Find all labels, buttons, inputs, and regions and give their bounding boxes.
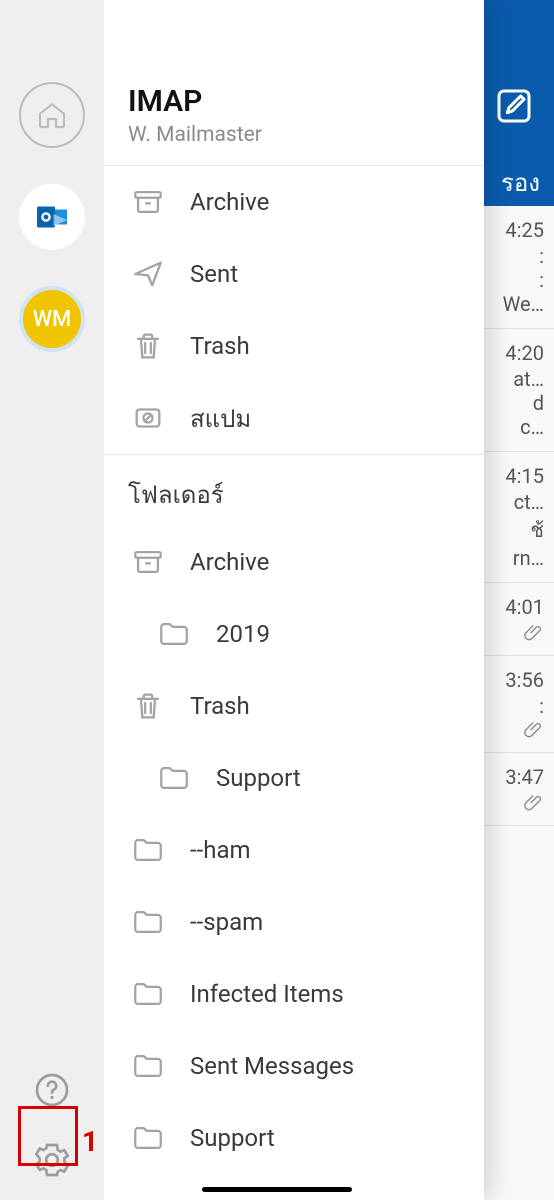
mail-snippet: We… bbox=[503, 292, 544, 316]
archive-icon bbox=[128, 182, 168, 222]
mail-time: 3:56 bbox=[505, 668, 544, 692]
account-name: W. Mailmaster bbox=[128, 123, 460, 147]
folder-label: Archive bbox=[190, 188, 269, 216]
imap-account-avatar[interactable]: WM bbox=[19, 286, 85, 352]
folder-item[interactable]: --spam bbox=[104, 886, 484, 958]
mail-time: 4:15 bbox=[505, 464, 544, 488]
folder-label: --spam bbox=[190, 908, 263, 936]
folder-icon bbox=[128, 1118, 168, 1158]
folder-item[interactable]: สแปม bbox=[104, 382, 484, 454]
mail-snippet: rn… bbox=[513, 546, 544, 570]
folder-label: Trash bbox=[190, 692, 250, 720]
mail-snippet: ct… bbox=[514, 490, 544, 514]
folder-icon bbox=[128, 830, 168, 870]
outlook-account-avatar[interactable] bbox=[19, 184, 85, 250]
folder-label: --ham bbox=[190, 836, 251, 864]
annotation-number: 1 bbox=[82, 1125, 98, 1158]
folder-item[interactable]: Trash bbox=[104, 310, 484, 382]
folder-label: Support bbox=[216, 764, 301, 792]
mail-snippet: : bbox=[539, 268, 544, 292]
folder-item[interactable]: Support bbox=[104, 1102, 484, 1174]
trash-icon bbox=[128, 326, 168, 366]
attachment-icon bbox=[524, 793, 544, 813]
mail-snippet: : bbox=[539, 244, 544, 268]
mail-time: 3:47 bbox=[505, 765, 544, 789]
spam-icon bbox=[128, 398, 168, 438]
account-type: IMAP bbox=[128, 84, 460, 119]
sent-icon bbox=[128, 254, 168, 294]
folder-label: Sent bbox=[190, 260, 238, 288]
mail-time: 4:01 bbox=[505, 595, 544, 619]
folder-icon bbox=[128, 974, 168, 1014]
avatar-initials: WM bbox=[33, 307, 72, 332]
mail-snippet: d bbox=[533, 391, 544, 415]
folder-icon bbox=[154, 758, 194, 798]
account-header[interactable]: IMAP W. Mailmaster bbox=[104, 0, 484, 165]
folder-item[interactable]: Trash bbox=[104, 670, 484, 742]
mail-snippet: at… bbox=[513, 367, 544, 391]
folder-label: 2019 bbox=[216, 620, 270, 648]
archive-icon bbox=[128, 542, 168, 582]
mail-time: 4:25 bbox=[505, 218, 544, 242]
mail-row[interactable]: 4:15ct…ช้rn… bbox=[484, 452, 554, 583]
folder-item[interactable]: --ham bbox=[104, 814, 484, 886]
mail-row[interactable]: 3:47 bbox=[484, 753, 554, 826]
mail-snippet: c… bbox=[520, 415, 544, 439]
folder-item[interactable]: Infected Items bbox=[104, 958, 484, 1030]
trash-icon bbox=[128, 686, 168, 726]
folder-icon bbox=[154, 614, 194, 654]
folder-icon bbox=[128, 902, 168, 942]
folder-label: Trash bbox=[190, 332, 250, 360]
folder-item[interactable]: Sent Messages bbox=[104, 1030, 484, 1102]
folder-label: Infected Items bbox=[190, 980, 344, 1008]
folder-drawer: IMAP W. Mailmaster Archive Sent Trash สแปมโ… bbox=[104, 0, 484, 1200]
folder-item[interactable]: Support bbox=[104, 742, 484, 814]
folder-label: Support bbox=[190, 1124, 275, 1152]
mail-snippet: ช้ bbox=[530, 514, 544, 546]
folder-item[interactable]: Sent bbox=[104, 238, 484, 310]
mail-snippet: : bbox=[539, 694, 544, 718]
folders-section-header: โฟลเดอร์ bbox=[104, 455, 484, 526]
home-indicator[interactable] bbox=[202, 1187, 352, 1192]
home-button[interactable] bbox=[19, 82, 85, 148]
account-rail: WM bbox=[0, 0, 104, 1200]
help-button[interactable] bbox=[32, 1070, 72, 1110]
mail-list-peek: 4:25::We…4:20at…d c…4:15ct…ช้rn…4:013:56… bbox=[484, 206, 554, 1200]
mail-row[interactable]: 4:01 bbox=[484, 583, 554, 656]
attachment-icon bbox=[524, 720, 544, 740]
mail-time: 4:20 bbox=[505, 341, 544, 365]
attachment-icon bbox=[524, 623, 544, 643]
folder-item[interactable]: Archive bbox=[104, 166, 484, 238]
filter-label[interactable]: รอง bbox=[501, 163, 540, 202]
folder-label: Archive bbox=[190, 548, 269, 576]
folder-label: สแปม bbox=[190, 399, 251, 438]
folder-item[interactable]: 2019 bbox=[104, 598, 484, 670]
folder-label: Sent Messages bbox=[190, 1052, 354, 1080]
annotation-box bbox=[18, 1106, 78, 1166]
folder-icon bbox=[128, 1046, 168, 1086]
folder-item[interactable]: Archive bbox=[104, 526, 484, 598]
mail-row[interactable]: 4:25::We… bbox=[484, 206, 554, 329]
mail-row[interactable]: 3:56: bbox=[484, 656, 554, 753]
mail-row[interactable]: 4:20at…d c… bbox=[484, 329, 554, 452]
compose-button[interactable] bbox=[494, 86, 534, 126]
